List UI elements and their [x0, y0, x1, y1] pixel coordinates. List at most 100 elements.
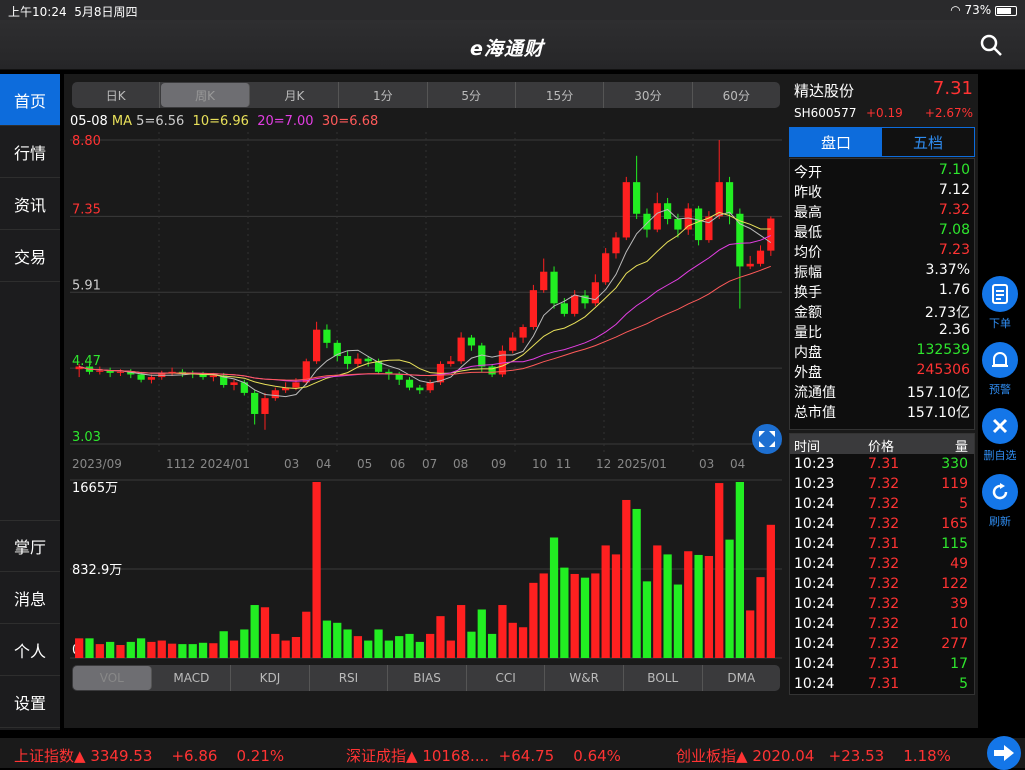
ticker-1-pct: 0.21% [236, 747, 285, 765]
ind-macd[interactable]: MACD [153, 665, 232, 691]
trade-price: 7.32 [868, 556, 900, 572]
stat-label: 均价 [794, 245, 822, 261]
stat-row: 最低 7.08 [790, 221, 974, 241]
volume-bar [106, 641, 115, 658]
date-tick: 10 [532, 457, 547, 471]
nav-trade[interactable]: 交易 [0, 230, 60, 282]
header-time: 时间 [794, 440, 821, 455]
period-5min[interactable]: 5分 [428, 82, 516, 108]
stat-label: 振幅 [794, 265, 822, 281]
ind-cci[interactable]: CCI [467, 665, 546, 691]
tab-five-levels[interactable]: 五档 [882, 128, 974, 156]
candle-body [116, 371, 125, 373]
date-tick: 06 [390, 457, 405, 471]
stat-label: 金额 [794, 305, 822, 321]
status-clock: 上午10:24 [8, 5, 67, 19]
ind-boll[interactable]: BOLL [624, 665, 703, 691]
date-tick: 09 [491, 457, 506, 471]
trade-header: 时间 价格 量 [790, 434, 974, 455]
ind-vol[interactable]: VOL [73, 666, 152, 690]
trade-volume: 17 [950, 656, 968, 672]
expand-icon[interactable] [752, 424, 782, 454]
order-button[interactable]: 下单 [980, 276, 1020, 331]
nav-messages[interactable]: 消息 [0, 572, 60, 624]
date-tick: 03 [699, 457, 714, 471]
remove-favorite-button[interactable]: 删自选 [980, 408, 1020, 463]
candle-body [106, 370, 114, 373]
stock-percent: +2.67% [924, 106, 973, 120]
ticker-2-value: 10168.... [422, 747, 490, 765]
candle-body [674, 219, 682, 230]
stat-value: 2.73亿 [924, 305, 970, 321]
status-bar: 上午10:24 5月8日周四 ◠ 73% [0, 0, 1025, 20]
ma20-value: 20=7.00 [257, 114, 314, 129]
nav-market[interactable]: 行情 [0, 126, 60, 178]
volume-bar [343, 629, 352, 658]
volume-bar [229, 640, 239, 658]
search-icon[interactable] [979, 33, 1003, 57]
candle-body [602, 253, 610, 283]
trade-price: 7.31 [868, 676, 900, 692]
trade-time: 10:24 [794, 616, 835, 632]
stat-label: 最高 [794, 205, 822, 221]
candle-body [467, 337, 476, 346]
ind-bias[interactable]: BIAS [388, 665, 467, 691]
period-month[interactable]: 月K [251, 82, 340, 108]
refresh-button[interactable]: 刷新 [980, 474, 1020, 529]
next-arrow-button[interactable] [987, 736, 1021, 770]
date-tick: 08 [453, 457, 468, 471]
ma-label: MA [111, 114, 133, 129]
nav-home[interactable]: 首页 [0, 74, 60, 126]
candle-body [694, 208, 703, 241]
ticker-3: 创业板指▲ 2020.04 +23.53 1.18% [676, 745, 951, 766]
volume-bar [85, 638, 94, 658]
trade-price: 7.32 [868, 476, 900, 492]
nav-personal[interactable]: 个人 [0, 624, 60, 676]
candle-body [756, 250, 765, 264]
index-ticker[interactable]: 上证指数▲ 3349.53 +6.86 0.21% 深证成指▲ 10168...… [0, 738, 1025, 768]
stat-label: 最低 [794, 225, 822, 241]
status-date: 5月8日周四 [74, 5, 138, 19]
candle-body [251, 392, 259, 414]
trade-row: 10:24 7.32 5 [790, 495, 974, 515]
period-1min[interactable]: 1分 [339, 82, 428, 108]
nav-news[interactable]: 资讯 [0, 178, 60, 230]
date-tick: 12 [180, 457, 195, 471]
volume-bar [539, 573, 548, 658]
indicator-selector: VOL MACD KDJ RSI BIAS CCI W&R BOLL DMA [72, 665, 780, 691]
candle-body [560, 303, 568, 314]
period-week[interactable]: 周K [161, 83, 250, 107]
ma30-line [79, 265, 771, 381]
trade-row: 10:24 7.31 115 [790, 535, 974, 555]
trade-time: 10:24 [794, 536, 835, 552]
trade-row: 10:24 7.32 122 [790, 575, 974, 595]
quote-stats: 今开 7.10 昨收 7.12 最高 7.32 最低 7.08 均价 7.23 振幅 3.37% 换手 1… [789, 158, 975, 430]
ticker-2-change: +64.75 [498, 747, 555, 765]
battery-icon [995, 5, 1017, 16]
ma-date: 05-08 [70, 114, 108, 129]
ind-rsi[interactable]: RSI [310, 665, 389, 691]
ind-dma[interactable]: DMA [703, 665, 781, 691]
candlestick-chart[interactable]: 8.807.355.914.473.032023/09 1112 2024/01 03… [70, 132, 782, 472]
ind-kdj[interactable]: KDJ [231, 665, 310, 691]
alert-button[interactable]: 预警 [980, 342, 1020, 397]
nav-settings[interactable]: 设置 [0, 676, 60, 728]
ma10-value: 10=6.96 [192, 114, 249, 129]
volume-bar [374, 629, 383, 658]
volume-bar [570, 573, 579, 658]
ind-wr[interactable]: W&R [545, 665, 624, 691]
period-day[interactable]: 日K [72, 82, 161, 108]
volume-bar [426, 633, 435, 658]
period-30min[interactable]: 30分 [604, 82, 693, 108]
date-tick: 11 [166, 457, 181, 471]
date-tick: 03 [284, 457, 299, 471]
candle-body [230, 382, 238, 385]
tab-quote[interactable]: 盘口 [790, 128, 882, 156]
trade-time: 10:24 [794, 656, 835, 672]
period-60min[interactable]: 60分 [693, 82, 780, 108]
nav-hall[interactable]: 掌厅 [0, 520, 60, 572]
candle-body [426, 382, 434, 391]
period-15min[interactable]: 15分 [516, 82, 605, 108]
candle-body [354, 358, 362, 364]
date-tick: 05 [357, 457, 372, 471]
